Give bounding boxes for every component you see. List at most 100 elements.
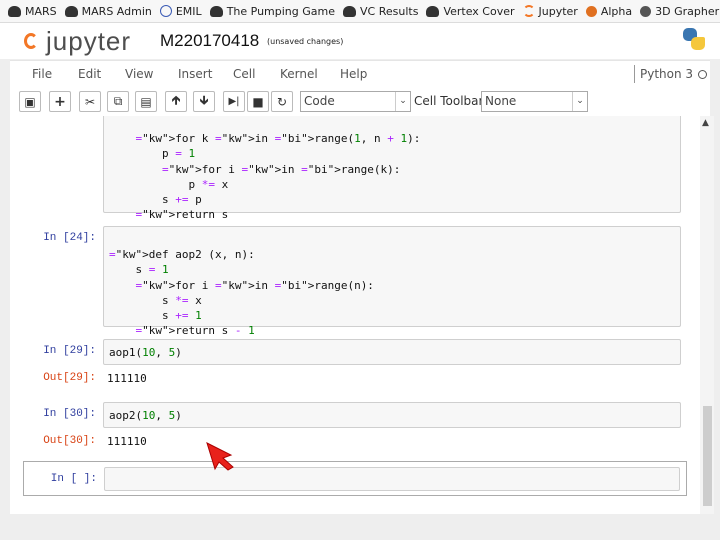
code-editor[interactable]: aop1(10, 5) — [104, 340, 680, 363]
jupyter-logo-icon — [24, 31, 40, 53]
menu-edit[interactable]: Edit — [78, 67, 101, 81]
interrupt-button[interactable]: ■ — [247, 91, 269, 112]
code-line: p = 1 — [109, 147, 196, 161]
car-icon — [209, 5, 223, 17]
bookmark-label: EMIL — [175, 4, 202, 18]
bookmark-item[interactable]: MARS — [8, 5, 57, 18]
cell-output: 111110 — [107, 435, 147, 448]
chevron-down-icon: ⌄ — [572, 92, 587, 111]
code-line: ="kw">for i ="kw">in ="bi">range(n): — [135, 278, 374, 292]
bookmark-label: VC Results — [360, 4, 419, 18]
kernel-indicator: Python 3 — [634, 65, 708, 83]
cell-toolbar-value: None — [485, 94, 517, 108]
cell-toolbar-label: Cell Toolbar: — [414, 94, 488, 108]
insert-cell-button[interactable]: + — [49, 91, 71, 112]
cell-input[interactable]: aop1(10, 5) — [103, 339, 681, 365]
output-prompt: Out[29]: — [43, 372, 96, 384]
scrollbar-thumb[interactable] — [703, 406, 712, 506]
jupyter-icon — [522, 5, 535, 17]
bookmark-label: Jupyter — [538, 4, 578, 18]
menu-view[interactable]: View — [125, 67, 153, 81]
copy-button[interactable]: ⧉ — [107, 91, 129, 112]
page-scrollbar[interactable]: ▲ — [700, 116, 714, 514]
input-prompt: In [30]: — [43, 408, 96, 420]
car-icon — [426, 5, 440, 17]
cell-toolbar-select[interactable]: None ⌄ — [481, 91, 588, 112]
menu-file[interactable]: File — [32, 67, 52, 81]
notebook-toolbar: ▣ + ✂ ⧉ ▤ 🡱 🡳 ▶| ■ ↻ Code ⌄ Cell Toolbar… — [10, 88, 710, 117]
code-editor[interactable]: aop2(10, 5) — [104, 403, 680, 426]
code-line: ="kw">return s — [135, 208, 229, 222]
step-forward-icon: ▶| — [228, 96, 240, 107]
copy-icon: ⧉ — [113, 94, 123, 108]
scroll-up-icon[interactable]: ▲ — [702, 118, 709, 128]
car-icon — [64, 5, 78, 17]
input-prompt: In [29]: — [43, 345, 96, 357]
bookmark-label: MARS Admin — [81, 4, 152, 18]
jupyter-logo[interactable]: jupyter — [24, 26, 131, 57]
input-prompt: In [ ]: — [50, 473, 97, 485]
move-up-button[interactable]: 🡱 — [165, 91, 187, 112]
bookmark-item[interactable]: 3D Grapher — [640, 5, 719, 18]
bookmark-item[interactable]: MARS Admin — [64, 4, 152, 18]
cell-input[interactable]: ="kw">for k ="kw">in ="bi">range(1, n + … — [103, 116, 681, 221]
globe-icon — [159, 5, 172, 17]
code-line: p *= x — [109, 177, 229, 191]
menu-cell[interactable]: Cell — [233, 67, 255, 81]
cell-input[interactable]: ="kw">def aop2 (x, n): s = 1 ="kw">for i… — [103, 226, 681, 337]
scissors-icon: ✂ — [84, 94, 96, 109]
cell-input[interactable]: aop2(10, 5) — [103, 402, 681, 428]
python-logo-icon — [681, 26, 707, 52]
cell-output: 111110 — [107, 372, 147, 385]
menu-insert[interactable]: Insert — [178, 67, 212, 81]
code-editor[interactable]: ="kw">def aop2 (x, n): s = 1 ="kw">for i… — [104, 227, 680, 341]
move-down-button[interactable]: 🡳 — [193, 91, 215, 112]
paste-button[interactable]: ▤ — [135, 91, 157, 112]
code-line: ="kw">for i ="kw">in ="bi">range(k): — [161, 162, 401, 176]
floppy-icon: ▣ — [24, 94, 36, 109]
arrow-up-icon: 🡱 — [171, 93, 181, 107]
arrow-down-icon: 🡳 — [199, 93, 209, 107]
cut-button[interactable]: ✂ — [79, 91, 101, 112]
bookmark-item[interactable]: The Pumping Game — [209, 4, 336, 18]
bookmark-item[interactable]: Alpha — [585, 4, 633, 18]
bookmark-label: The Pumping Game — [226, 4, 336, 18]
refresh-icon: ↻ — [276, 94, 288, 109]
selected-cell[interactable]: In [ ]: — [23, 461, 687, 496]
notebook-name[interactable]: M220170418 — [160, 31, 259, 51]
red-arrow-cursor-icon — [206, 442, 234, 471]
notebook-header: jupyter M220170418 (unsaved changes) — [0, 23, 720, 59]
bookmark-label: Alpha — [600, 4, 633, 18]
bookmark-item[interactable]: Jupyter — [522, 4, 578, 18]
car-icon — [8, 5, 21, 17]
cell-input[interactable] — [104, 467, 680, 491]
cell-type-value: Code — [304, 94, 335, 108]
save-status: (unsaved changes) — [267, 37, 344, 46]
kernel-name: Python 3 — [640, 67, 694, 81]
code-editor[interactable] — [105, 468, 679, 474]
paste-icon: ▤ — [140, 94, 152, 109]
code-editor[interactable]: ="kw">for k ="kw">in ="bi">range(1, n + … — [104, 116, 680, 225]
cell-type-select[interactable]: Code ⌄ — [300, 91, 411, 112]
bookmark-item[interactable]: VC Results — [343, 5, 418, 18]
car-icon — [343, 5, 357, 17]
ball-icon — [640, 5, 652, 17]
input-prompt: In [24]: — [43, 232, 96, 244]
code-line: ="kw">return s - 1 — [135, 324, 255, 338]
bookmark-item[interactable]: Vertex Cover — [426, 5, 515, 18]
save-button[interactable]: ▣ — [19, 91, 41, 112]
menu-help[interactable]: Help — [340, 67, 367, 81]
menu-kernel[interactable]: Kernel — [280, 67, 318, 81]
restart-button[interactable]: ↻ — [271, 91, 293, 112]
code-line: s *= x — [109, 293, 202, 307]
code-line: ="kw">def aop2 (x, n): — [109, 248, 255, 262]
bookmark-item[interactable]: EMIL — [159, 4, 202, 18]
kernel-idle-icon — [698, 70, 708, 79]
run-button[interactable]: ▶| — [223, 91, 245, 112]
output-prompt: Out[30]: — [43, 435, 96, 447]
plus-icon: + — [54, 93, 66, 110]
code-line: s += 1 — [109, 309, 202, 323]
gear-icon — [585, 5, 597, 17]
code-line: ="kw">for k ="kw">in ="bi">range(1, n + … — [135, 132, 421, 146]
code-line: s += p — [109, 193, 202, 207]
